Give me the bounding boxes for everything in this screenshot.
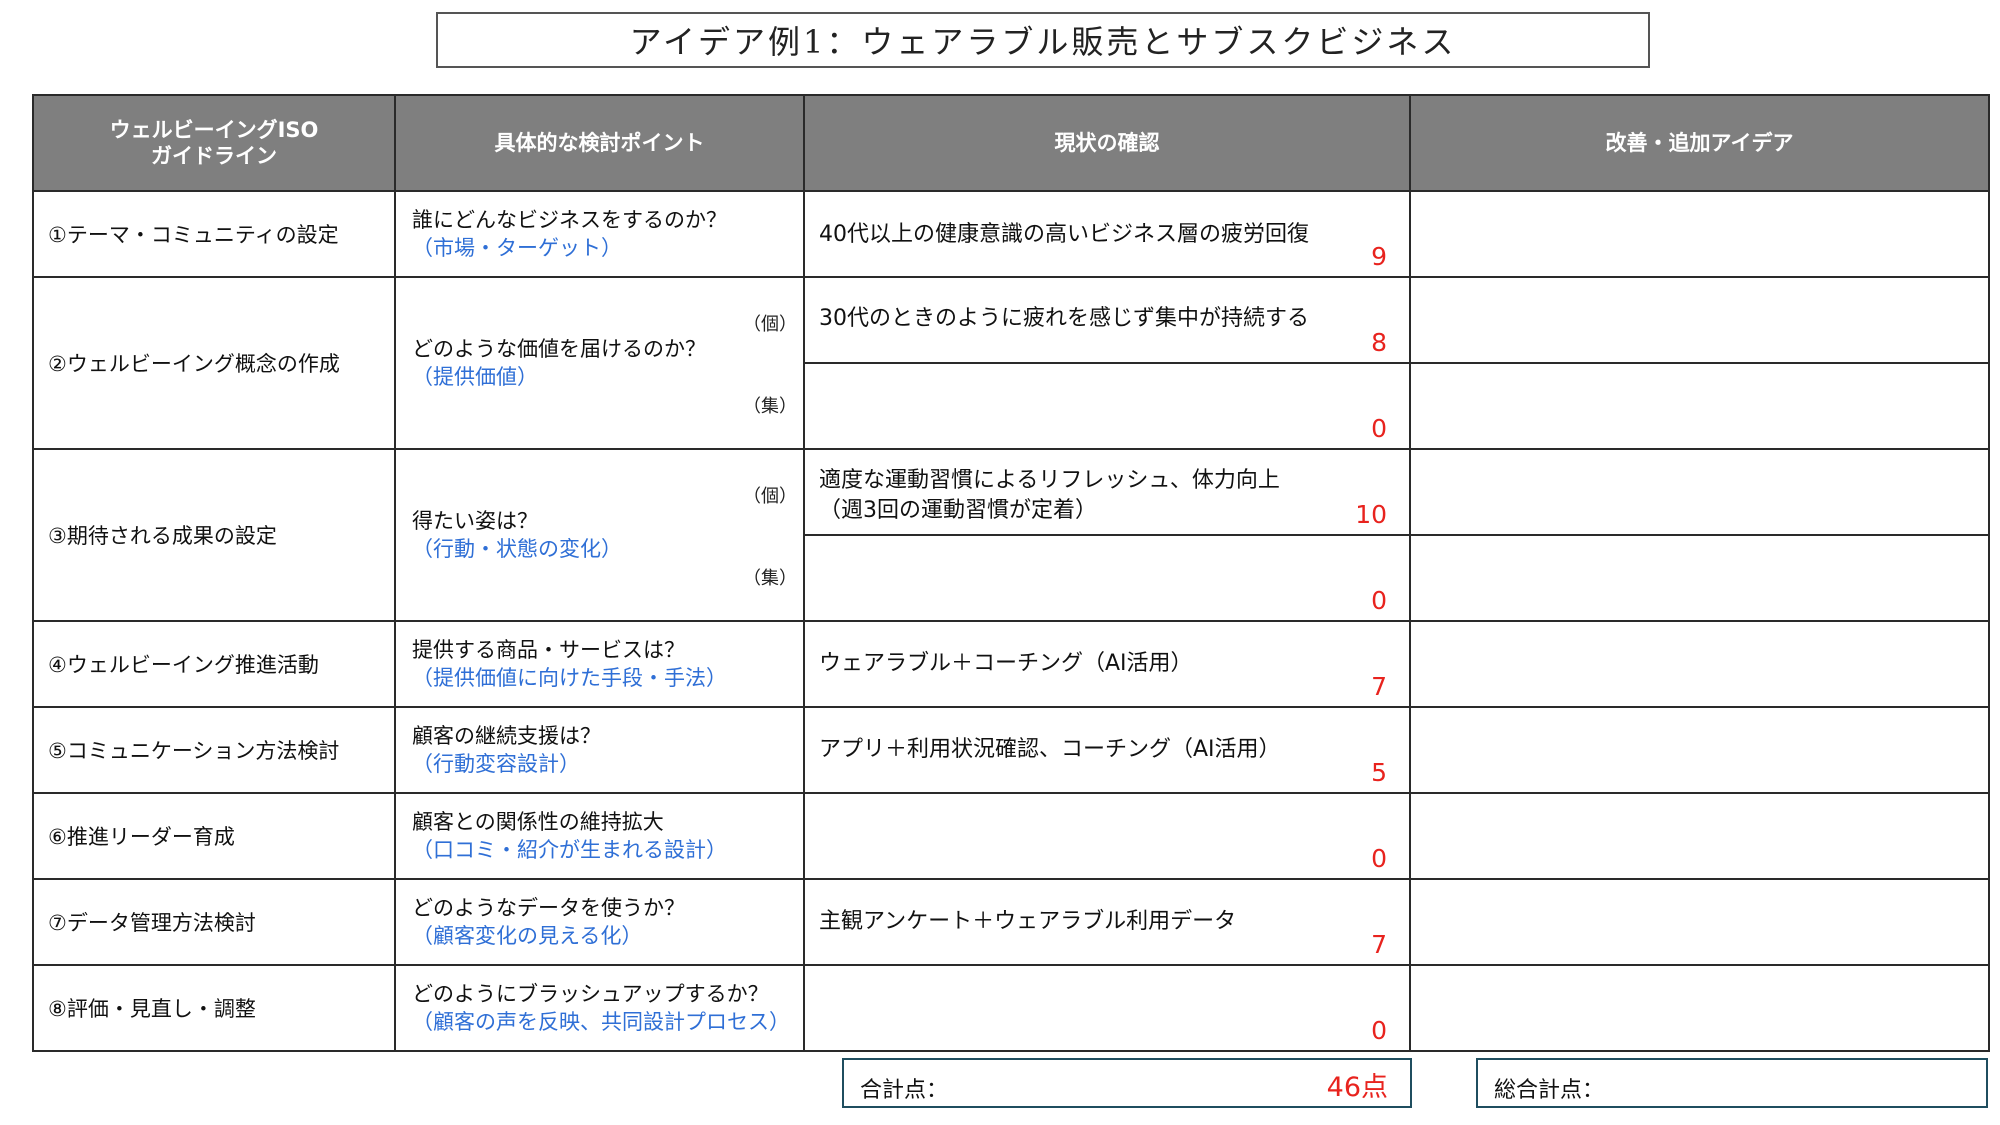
evaluation-table: ウェルビーイングISO ガイドライン 具体的な検討ポイント 現状の確認 改善・追… <box>32 94 1990 1052</box>
header-guideline-line2: ガイドライン <box>151 144 277 168</box>
guideline-cell: ⑧評価・見直し・調整 <box>32 964 396 1052</box>
idea-cell[interactable] <box>1409 362 1990 450</box>
point-question: 顧客との関係性の維持拡大 <box>412 809 664 834</box>
point-question: 顧客の継続支援は？ <box>412 723 601 748</box>
point-cell: 誰にどんなビジネスをするのか？ （市場・ターゲット） <box>394 190 805 278</box>
grand-total-label: 総合計点： <box>1494 1078 1605 1103</box>
table-row: ④ウェルビーイング推進活動 提供する商品・サービスは？ （提供価値に向けた手段・… <box>32 620 1990 708</box>
table-row: ⑦データ管理方法検討 どのようなデータを使うか？ （顧客変化の見える化） 主観ア… <box>32 878 1990 966</box>
score-value: 0 <box>1371 844 1387 874</box>
point-sub: （市場・ターゲット） <box>412 236 622 260</box>
current-text: 主観アンケート＋ウェアラブル利用データ <box>819 908 1237 934</box>
individual-tag: （個） <box>743 314 797 335</box>
header-row: ウェルビーイングISO ガイドライン 具体的な検討ポイント 現状の確認 改善・追… <box>32 94 1990 192</box>
point-cell: どのようにブラッシュアップするか？ （顧客の声を反映、共同設計プロセス） <box>394 964 805 1052</box>
score-value: 10 <box>1355 500 1387 530</box>
current-text: 40代以上の健康意識の高いビジネス層の疲労回復 <box>819 222 1309 247</box>
point-cell: 得たい姿は？ （行動・状態の変化） （個） （集） <box>394 448 805 622</box>
point-sub: （顧客の声を反映、共同設計プロセス） <box>412 1010 790 1034</box>
current-cell: 0 <box>803 964 1411 1052</box>
current-text-line2: （週3回の運動習慣が定着） <box>819 497 1097 523</box>
point-question: 得たい姿は？ <box>412 508 538 533</box>
point-question: どのようにブラッシュアップするか？ <box>412 981 769 1006</box>
table-row: ⑥推進リーダー育成 顧客との関係性の維持拡大 （口コミ・紹介が生まれる設計） 0 <box>32 792 1990 880</box>
group-tag: （集） <box>743 568 797 589</box>
idea-cell[interactable] <box>1409 276 1990 364</box>
point-cell: どのようなデータを使うか？ （顧客変化の見える化） <box>394 878 805 966</box>
point-cell: どのような価値を届けるのか？ （提供価値） （個） （集） <box>394 276 805 450</box>
score-value: 5 <box>1371 758 1387 788</box>
score-value: 0 <box>1371 414 1387 444</box>
guideline-cell: ②ウェルビーイング概念の作成 <box>32 276 396 450</box>
score-value: 7 <box>1371 672 1387 702</box>
idea-cell[interactable] <box>1409 448 1990 536</box>
point-sub: （顧客変化の見える化） <box>412 924 643 948</box>
header-points: 具体的な検討ポイント <box>394 94 805 192</box>
header-guideline: ウェルビーイングISO ガイドライン <box>32 94 396 192</box>
current-cell: 40代以上の健康意識の高いビジネス層の疲労回復 9 <box>803 190 1411 278</box>
current-cell-individual: 30代のときのように疲れを感じず集中が持続する 8 <box>803 276 1411 364</box>
point-question: どのような価値を届けるのか？ <box>412 336 706 361</box>
current-text: ウェアラブル＋コーチング（AI活用） <box>819 650 1193 676</box>
score-value: 7 <box>1371 930 1387 960</box>
current-cell: アプリ＋利用状況確認、コーチング（AI活用） 5 <box>803 706 1411 794</box>
subtotal-label: 合計点： <box>860 1078 949 1103</box>
header-ideas: 改善・追加アイデア <box>1409 94 1990 192</box>
idea-cell[interactable] <box>1409 534 1990 622</box>
point-question: 提供する商品・サービスは？ <box>412 637 685 662</box>
table-row: ⑤コミュニケーション方法検討 顧客の継続支援は？ （行動変容設計） アプリ＋利用… <box>32 706 1990 794</box>
idea-cell[interactable] <box>1409 706 1990 794</box>
current-cell-group: 0 <box>803 362 1411 450</box>
point-sub: （行動変容設計） <box>412 752 580 776</box>
current-cell: 主観アンケート＋ウェアラブル利用データ 7 <box>803 878 1411 966</box>
current-cell: 0 <box>803 792 1411 880</box>
idea-cell[interactable] <box>1409 878 1990 966</box>
grand-total-box: 総合計点： <box>1476 1058 1988 1108</box>
guideline-cell: ⑦データ管理方法検討 <box>32 878 396 966</box>
score-value: 0 <box>1371 586 1387 616</box>
current-cell-group: 0 <box>803 534 1411 622</box>
header-guideline-line1: ウェルビーイングISO <box>109 117 319 142</box>
score-value: 8 <box>1371 328 1387 358</box>
current-cell: ウェアラブル＋コーチング（AI活用） 7 <box>803 620 1411 708</box>
table-row: ②ウェルビーイング概念の作成 どのような価値を届けるのか？ （提供価値） （個）… <box>32 276 1990 450</box>
group-tag: （集） <box>743 396 797 417</box>
guideline-cell: ⑥推進リーダー育成 <box>32 792 396 880</box>
header-current: 現状の確認 <box>803 94 1411 192</box>
score-value: 0 <box>1371 1016 1387 1046</box>
table-row: ①テーマ・コミュニティの設定 誰にどんなビジネスをするのか？ （市場・ターゲット… <box>32 190 1990 278</box>
current-cell-individual: 適度な運動習慣によるリフレッシュ、体力向上 （週3回の運動習慣が定着） 10 <box>803 448 1411 536</box>
guideline-cell: ④ウェルビーイング推進活動 <box>32 620 396 708</box>
guideline-cell: ①テーマ・コミュニティの設定 <box>32 190 396 278</box>
idea-cell[interactable] <box>1409 620 1990 708</box>
table-row: ⑧評価・見直し・調整 どのようにブラッシュアップするか？ （顧客の声を反映、共同… <box>32 964 1990 1052</box>
current-text-line1: 適度な運動習慣によるリフレッシュ、体力向上 <box>819 468 1280 493</box>
individual-tag: （個） <box>743 486 797 507</box>
table-row: ③期待される成果の設定 得たい姿は？ （行動・状態の変化） （個） （集） 適度… <box>32 448 1990 622</box>
idea-cell[interactable] <box>1409 190 1990 278</box>
subtotal-box: 合計点： 46点 <box>842 1058 1412 1108</box>
point-question: どのようなデータを使うか？ <box>412 895 685 920</box>
point-sub: （口コミ・紹介が生まれる設計） <box>412 838 727 862</box>
page-title: アイデア例1：ウェアラブル販売とサブスクビジネス <box>436 12 1650 68</box>
point-sub: （提供価値） <box>412 365 538 389</box>
point-question: 誰にどんなビジネスをするのか？ <box>412 207 727 232</box>
score-value: 9 <box>1371 242 1387 272</box>
point-cell: 提供する商品・サービスは？ （提供価値に向けた手段・手法） <box>394 620 805 708</box>
guideline-cell: ⑤コミュニケーション方法検討 <box>32 706 396 794</box>
idea-cell[interactable] <box>1409 792 1990 880</box>
current-text: アプリ＋利用状況確認、コーチング（AI活用） <box>819 736 1281 762</box>
current-text: 30代のときのように疲れを感じず集中が持続する <box>819 306 1309 331</box>
point-sub: （提供価値に向けた手段・手法） <box>412 666 727 690</box>
point-sub: （行動・状態の変化） <box>412 537 622 561</box>
idea-cell[interactable] <box>1409 964 1990 1052</box>
guideline-cell: ③期待される成果の設定 <box>32 448 396 622</box>
point-cell: 顧客との関係性の維持拡大 （口コミ・紹介が生まれる設計） <box>394 792 805 880</box>
point-cell: 顧客の継続支援は？ （行動変容設計） <box>394 706 805 794</box>
subtotal-value: 46点 <box>1326 1072 1388 1103</box>
